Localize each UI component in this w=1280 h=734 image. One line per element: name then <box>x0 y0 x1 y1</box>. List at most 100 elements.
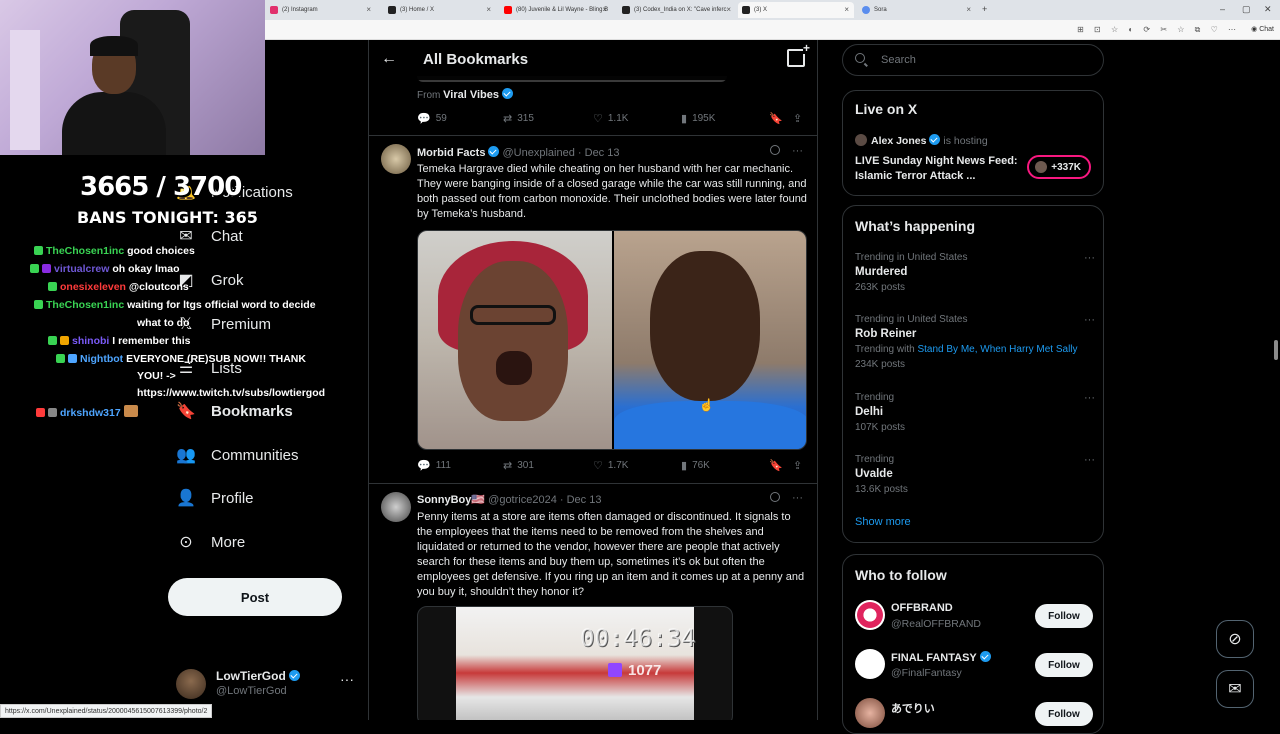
author-handle[interactable]: @Unexplained <box>503 147 575 159</box>
follow-button[interactable]: Follow <box>1035 604 1093 628</box>
source-name[interactable]: Viral Vibes <box>443 89 499 101</box>
broadcast-title[interactable]: LIVE Sunday Night News Feed: Islamic Ter… <box>855 154 1021 184</box>
share-button[interactable]: ⇪ <box>793 112 807 125</box>
background-shelf <box>10 30 40 150</box>
avatar <box>855 649 885 679</box>
tweet-date[interactable]: Dec 13 <box>585 147 620 159</box>
author-name[interactable]: SonnyBoy🇺🇸 <box>417 494 485 506</box>
avatar[interactable] <box>381 492 411 522</box>
nav-premium[interactable]: 𝕏 Premium <box>176 312 271 336</box>
grok-icon[interactable] <box>770 145 780 155</box>
reply-icon: 💬 <box>417 460 431 472</box>
mail-icon: ✉ <box>179 228 193 245</box>
new-folder-icon[interactable] <box>787 42 811 67</box>
share-button[interactable]: ⇪ <box>793 459 807 472</box>
more-icon[interactable]: ··· <box>792 492 803 504</box>
more-icon[interactable]: ··· <box>1084 314 1095 326</box>
repost-button[interactable]: ⇄ 301 <box>503 459 534 472</box>
like-button[interactable]: ♡ 1.1K <box>593 112 628 125</box>
tweet-controls: ··· <box>770 145 803 157</box>
back-arrow-icon[interactable]: ← <box>381 50 397 68</box>
live-host[interactable]: Alex Jones is hosting <box>855 134 988 147</box>
copilot-chat-button[interactable]: ◉ Chat <box>1251 25 1274 33</box>
author-handle[interactable]: @gotrice2024 <box>488 494 557 506</box>
glasses-shape <box>470 305 556 325</box>
close-window-button[interactable]: ✕ <box>1264 4 1272 15</box>
nav-communities[interactable]: 👥 Communities <box>176 443 299 467</box>
tweet-date[interactable]: Dec 13 <box>567 494 602 506</box>
bookmark-button[interactable]: 🔖 <box>769 112 788 125</box>
reply-button[interactable]: 💬 59 <box>417 112 447 125</box>
chat-badge-icon <box>48 282 57 291</box>
chat-message: drkshdw317 <box>36 405 141 419</box>
more-icon[interactable]: ··· <box>1084 454 1095 466</box>
follow-button[interactable]: Follow <box>1035 702 1093 726</box>
close-tab-icon[interactable]: × <box>602 5 607 14</box>
maximize-button[interactable]: ▢ <box>1242 4 1251 15</box>
browser-tab-codex[interactable]: (3) Codex_India on X: "Cave inferc × <box>618 2 736 18</box>
photo-woman[interactable] <box>418 231 612 449</box>
youtube-icon <box>504 6 512 14</box>
show-more-link[interactable]: Show more <box>855 516 911 528</box>
close-tab-icon[interactable]: × <box>726 5 731 14</box>
follow-suggestion[interactable]: OFFBRAND @RealOFFBRAND Follow <box>855 600 1093 634</box>
close-tab-icon[interactable]: × <box>966 5 971 14</box>
new-tab-button[interactable]: + <box>982 4 987 14</box>
search-placeholder: Search <box>881 54 916 66</box>
search-input[interactable]: Search <box>842 44 1104 76</box>
account-more-icon[interactable]: ··· <box>340 671 354 687</box>
chat-badge-icon <box>68 354 77 363</box>
browser-tab-instagram[interactable]: (2) Instagram × <box>266 2 376 18</box>
account-switcher[interactable]: LowTierGod @LowTierGod ··· <box>176 667 356 703</box>
tweet-media[interactable] <box>417 230 807 450</box>
like-button[interactable]: ♡ 1.7K <box>593 459 628 472</box>
close-tab-icon[interactable]: × <box>844 5 849 14</box>
author-name[interactable]: Morbid Facts <box>417 147 485 159</box>
listener-count-text: +337K <box>1051 161 1081 173</box>
views-icon: ▮ <box>681 460 688 472</box>
views-button[interactable]: ▮ 76K <box>681 459 710 472</box>
follow-button[interactable]: Follow <box>1035 653 1093 677</box>
messages-float-button[interactable]: ✉ <box>1216 670 1254 708</box>
chat-link[interactable]: https://www.twitch.tv/subs/lowtiergod <box>137 387 325 399</box>
grok-icon[interactable] <box>770 492 780 502</box>
minimize-button[interactable]: – <box>1220 4 1225 14</box>
live-listener-count[interactable]: +337K <box>1027 155 1091 179</box>
browser-tab-x-active[interactable]: (3) X × <box>738 2 854 18</box>
repost-button[interactable]: ⇄ 315 <box>503 112 534 125</box>
post-button[interactable]: Post <box>168 578 342 616</box>
avatar[interactable] <box>381 144 411 174</box>
avatar <box>855 698 885 728</box>
browser-tab-sora[interactable]: Sora × <box>858 2 976 18</box>
more-icon[interactable]: ··· <box>1084 392 1095 404</box>
trend-with-links[interactable]: Stand By Me, When Harry Met Sally <box>917 344 1077 355</box>
repost-icon: ⇄ <box>503 460 513 472</box>
trend-item[interactable]: Trending in United States Rob Reiner Trend… <box>855 314 1095 370</box>
emote-icon <box>123 405 138 417</box>
close-tab-icon[interactable]: × <box>366 5 371 14</box>
close-tab-icon[interactable]: × <box>486 5 491 14</box>
chat-user: onesixeleven <box>60 281 126 293</box>
follow-suggestion[interactable]: あでりい Follow <box>855 698 1093 732</box>
browser-tab-youtube[interactable]: (80) Juvenile & Lil Wayne - Bling B × <box>500 2 612 18</box>
toolbar-icons[interactable]: ⊞ ⊡ ☆ ◐ ⟳ ✂ ☆ ⧉ ♡ ⋯ <box>1077 25 1240 35</box>
reply-button[interactable]: 💬 111 <box>417 459 451 472</box>
bookmark-button[interactable]: 🔖 <box>769 459 788 472</box>
trend-item[interactable]: Trending in United States Murdered 263K po… <box>855 252 1095 293</box>
nav-profile[interactable]: 👤 Profile <box>176 486 254 510</box>
follow-suggestion[interactable]: FINAL FANTASY @FinalFantasy Follow <box>855 649 1093 683</box>
chat-text: I remember this <box>112 335 191 347</box>
trend-context: Trending <box>855 392 895 403</box>
chat-badge-icon <box>48 336 57 345</box>
nav-bookmarks[interactable]: 🔖 Bookmarks <box>176 399 293 423</box>
views-button[interactable]: ▮ 195K <box>681 112 715 125</box>
trend-item[interactable]: Trending Uvalde 13.6K posts ··· <box>855 454 1095 495</box>
page-scrollbar[interactable] <box>1274 340 1278 360</box>
trend-item[interactable]: Trending Delhi 107K posts ··· <box>855 392 1095 433</box>
browser-tab-home[interactable]: (3) Home / X × <box>384 2 496 18</box>
more-icon[interactable]: ··· <box>1084 252 1095 264</box>
more-icon[interactable]: ··· <box>792 145 803 157</box>
nav-more[interactable]: ⊙ More <box>176 530 245 554</box>
grok-float-button[interactable]: ⊘ <box>1216 620 1254 658</box>
photo-man[interactable] <box>614 231 806 449</box>
